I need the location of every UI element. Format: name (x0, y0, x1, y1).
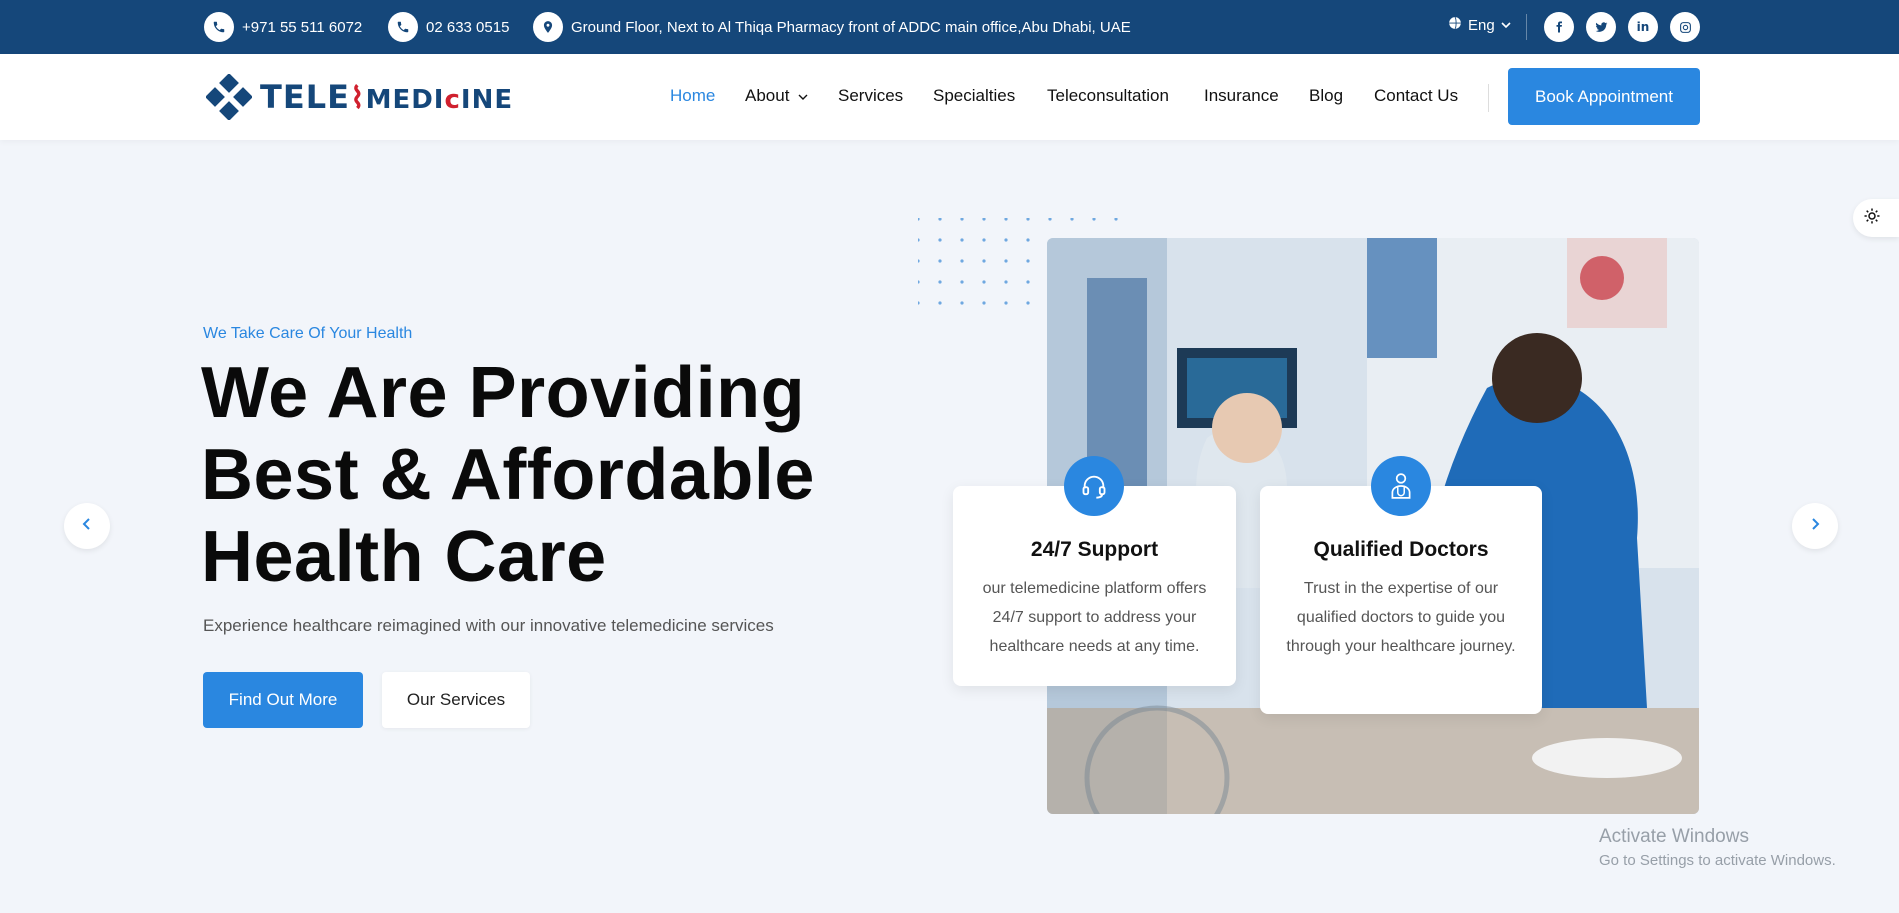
nav-insurance[interactable]: Insurance (1204, 86, 1279, 106)
facebook-icon[interactable] (1544, 12, 1574, 42)
our-services-button[interactable]: Our Services (382, 672, 530, 728)
phone-2[interactable]: 02 633 0515 (388, 12, 509, 42)
phone-1[interactable]: +971 55 511 6072 (204, 12, 362, 42)
linkedin-icon[interactable]: in (1628, 12, 1658, 42)
twitter-icon[interactable] (1586, 12, 1616, 42)
activate-windows-subtitle: Go to Settings to activate Windows. (1599, 852, 1836, 869)
top-bar: +971 55 511 6072 02 633 0515 Ground Floo… (0, 0, 1899, 54)
chevron-down-icon (1501, 17, 1511, 34)
globe-icon (1448, 16, 1462, 34)
slider-prev-button[interactable] (64, 503, 110, 549)
slider-next-button[interactable] (1792, 503, 1838, 549)
chevron-right-icon (1809, 517, 1821, 536)
nav-about[interactable]: About (745, 86, 808, 106)
main-header: TELE⌇MEDIcINE Home About Services Specia… (0, 54, 1899, 140)
activate-windows-watermark: Activate Windows Go to Settings to activ… (1599, 826, 1836, 869)
nav-services[interactable]: Services (838, 86, 903, 106)
feature-card-text: our telemedicine platform offers 24/7 su… (982, 580, 1207, 655)
hero-description: Experience healthcare reimagined with ou… (203, 616, 774, 635)
find-out-more-button[interactable]: Find Out More (203, 672, 363, 728)
feature-card-text: Trust in the expertise of our qualified … (1286, 580, 1516, 655)
nav-blog[interactable]: Blog (1309, 86, 1343, 106)
theme-settings-toggle[interactable] (1853, 199, 1899, 237)
chevron-left-icon (81, 517, 93, 536)
feature-card-doctors: Qualified Doctors Trust in the expertise… (1260, 456, 1542, 714)
feature-card-title: 24/7 Support (1030, 538, 1159, 561)
phone-icon (204, 12, 234, 42)
headset-icon (1064, 456, 1124, 516)
nav-contact-us[interactable]: Contact Us (1374, 86, 1458, 106)
chevron-down-icon (798, 86, 808, 105)
book-appointment-button[interactable]: Book Appointment (1508, 68, 1700, 125)
phone-icon (388, 12, 418, 42)
phone-1-text: +971 55 511 6072 (242, 18, 363, 36)
hero-title: We Are Providing Best & Affordable Healt… (201, 353, 815, 597)
language-label: Eng (1468, 16, 1495, 34)
nav-specialties[interactable]: Specialties (933, 86, 1015, 106)
feature-card-support: 24/7 Support our telemedicine platform o… (953, 456, 1236, 686)
phone-2-text: 02 633 0515 (426, 18, 510, 36)
nav-about-label: About (745, 86, 790, 105)
gear-icon (1863, 207, 1881, 230)
language-selector[interactable]: Eng (1448, 16, 1511, 34)
logo-text: TELE⌇MEDIcINE (260, 78, 514, 116)
divider (1526, 14, 1527, 40)
instagram-icon[interactable] (1670, 12, 1700, 42)
location-pin-icon (533, 12, 563, 42)
doctor-icon (1371, 456, 1431, 516)
address-text: Ground Floor, Next to Al Thiqa Pharmacy … (571, 18, 1131, 36)
feature-card-title: Qualified Doctors (1313, 538, 1489, 561)
activate-windows-title: Activate Windows (1599, 826, 1749, 847)
divider (1488, 84, 1489, 112)
logo-mark-icon (206, 74, 252, 120)
nav-home[interactable]: Home (670, 86, 715, 106)
hero-subtitle: We Take Care Of Your Health (203, 325, 413, 342)
site-logo[interactable]: TELE⌇MEDIcINE (206, 68, 513, 126)
address[interactable]: Ground Floor, Next to Al Thiqa Pharmacy … (533, 12, 1131, 42)
nav-teleconsultation[interactable]: Teleconsultation (1047, 86, 1169, 106)
